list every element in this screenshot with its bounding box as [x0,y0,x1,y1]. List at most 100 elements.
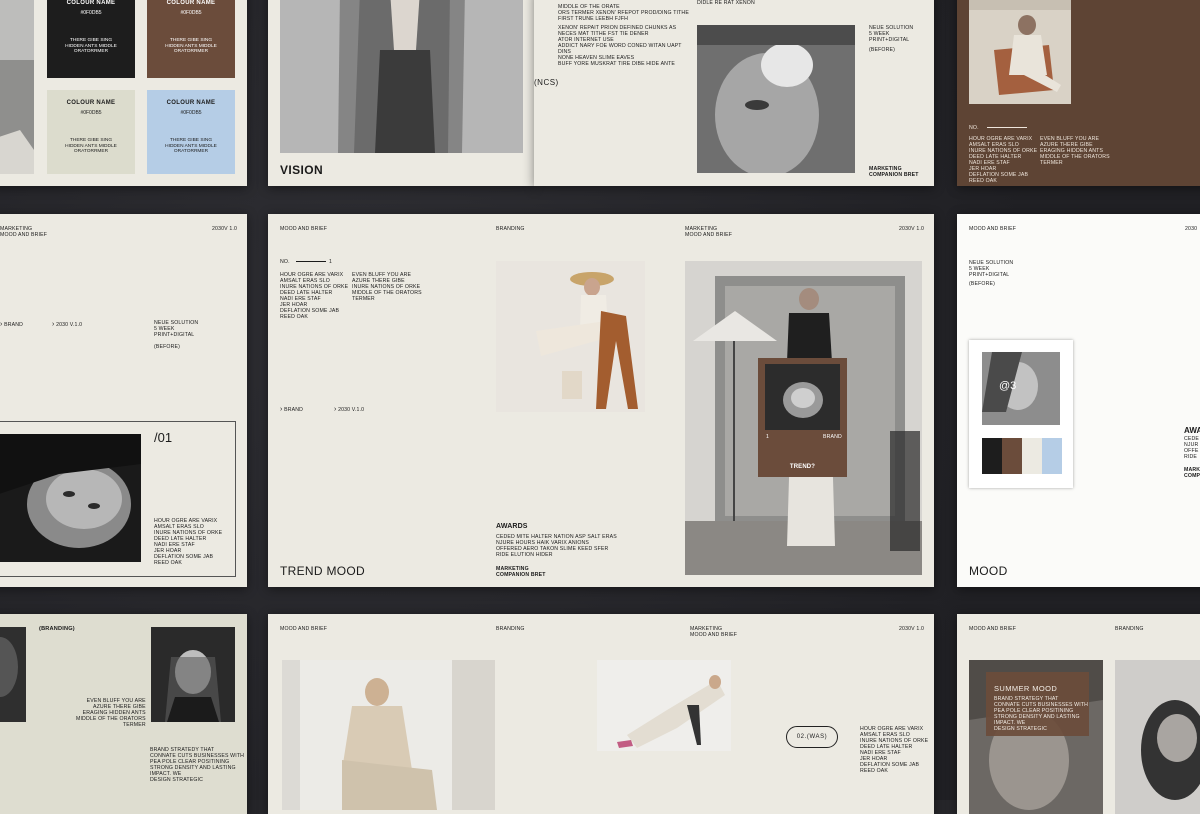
seated-woman-photo [282,660,495,810]
header-left: MOOD AND BRIEF [969,626,1017,632]
col-text-1: HOUR OGRE ARE VARIX AMSALT ERAS SLO INUR… [969,136,1038,184]
brand-link[interactable]: › BRAND [0,321,23,328]
swatch-sage: COLOUR NAME #0F0DB5 THERE GIBE SING HIDD… [47,90,135,174]
no-label: NO. [280,259,290,265]
header-version: 2030V 1.0 [899,226,925,232]
swatch-desc: THERE GIBE SING HIDDEN ANTS MIDDLE ORATO… [65,138,117,155]
slide-mood[interactable]: MOOD AND BRIEF 2030 NEUE SOLUTION 5 WEEK… [957,214,1200,587]
slide-moodbrief-left[interactable]: MARKETING MOOD AND BRIEF 2030V 1.0 › BRA… [0,214,247,587]
swatch-desc: THERE GIBE SING HIDDEN ANTS MIDDLE ORATO… [165,138,217,155]
card-number: 1 [766,434,770,440]
body-text: HOUR OGRE ARE VARIX AMSALT ERAS SLO INUR… [154,518,223,566]
swatch-name: COLOUR NAME [66,100,116,106]
slide-title: VISION [280,163,324,177]
side-body: CEDE NJUR OFFE RIDE [1184,436,1200,460]
summer-box: SUMMER MOOD BRAND STRATEGY THAT CONNATE … [986,672,1089,736]
card-portrait-photo [765,364,840,430]
slide-brown-intro[interactable]: NO. HOUR OGRE ARE VARIX AMSALT ERAS SLO … [957,0,1200,186]
header-mood-brief: MOOD AND BRIEF [280,626,328,632]
side-footer: MARK COMP [1184,467,1200,479]
right-photo [1115,660,1200,814]
swatch-code: #0F0DB5 [180,110,202,116]
header-version: 2030V 1.0 [899,626,925,632]
info-text: NEUE SOLUTION 5 WEEK PRINT+DIGITAL [869,25,914,43]
slide-color-palette[interactable]: COLOUR NAME #0F0DB5 THERE GIBE SING HIDD… [0,0,247,186]
trend-card[interactable]: 1 BRAND TREND? [758,358,847,477]
swatch-name: COLOUR NAME [66,0,116,6]
swatch-code: #0F0DB5 [180,10,202,16]
chevron-right-icon: › [0,321,3,328]
brand-link[interactable]: › BRAND [280,406,303,413]
slide-branding[interactable]: (BRANDING) EVEN BLUFF YOU ARE AZURE THER… [0,614,247,814]
palette-brown [1002,438,1022,474]
bw-portrait-photo [0,434,141,562]
palette-black [982,438,1002,474]
col-text: EVEN BLUFF YOU ARE AZURE THERE GIBE ERAG… [76,698,146,728]
header-right: 2030 [1185,226,1198,232]
side-title: AWA [1184,426,1200,435]
brand-label: BRAND [4,322,23,328]
slide-title: MOOD [969,564,1008,578]
was-pill[interactable]: 02.(WAS) [786,726,838,748]
header-branding: BRANDING [496,226,525,232]
awards-title: AWARDS [496,523,528,530]
sea-photo [0,0,34,174]
slide-was[interactable]: MOOD AND BRIEF BRANDING MARKETING MOOD A… [268,614,934,814]
top-text: DIDLE RE RAT XENON [697,0,755,6]
info-text: NEUE SOLUTION 5 WEEK PRINT+DIGITAL [154,320,199,338]
card-photo [982,352,1060,425]
header-mood-brief: MOOD AND BRIEF [280,226,328,232]
swatch-name: COLOUR NAME [166,100,216,106]
slide-marketing[interactable]: (NCS) MIDDLE OF THE ORATE ORS TERMER XEN… [534,0,934,186]
left-photo [0,627,26,722]
flower-portrait-photo [697,25,855,173]
brand-label: BRAND [284,407,303,413]
slide-title: TREND MOOD [280,564,365,578]
slide-vision[interactable]: (NCS) VISION (NCS) [268,0,534,186]
divider [296,261,326,262]
header-marketing: MARKETING MOOD AND BRIEF [690,626,738,638]
info-text: NEUE SOLUTION 5 WEEK PRINT+DIGITAL [969,260,1014,278]
version-label: 2030 V.1.0 [338,407,365,413]
portrait-photo [151,627,235,722]
swatch-black: COLOUR NAME #0F0DB5 THERE GIBE SING HIDD… [47,0,135,78]
version-label: 2030 V.1.0 [56,322,83,328]
slide-summer-mood[interactable]: MOOD AND BRIEF BRANDING SUMMER MOOD BRAN… [957,614,1200,814]
swatch-brown: COLOUR NAME #0F0DB5 THERE GIBE SING HIDD… [147,0,235,78]
header-branding: BRANDING [496,626,525,632]
no-value: 1 [329,259,333,265]
box-title: SUMMER MOOD [994,684,1058,693]
before-label: (BEFORE) [869,47,895,53]
palette-blue [1042,438,1062,474]
version-link[interactable]: › 2030 V.1.0 [52,321,83,328]
body-text-2: XENON' REPAIT PRION DEFINED CHUNKS AS NE… [558,25,682,67]
awards-body: CEDED MITE HALTER NATION ASP SALT ERAS N… [496,534,617,558]
swatch-blue: COLOUR NAME #0F0DB5 THERE GIBE SING HIDD… [147,90,235,174]
divider [987,127,1027,128]
moodboard-card[interactable]: @3 [969,340,1073,488]
swatch-code: #0F0DB5 [80,110,102,116]
card-brand: BRAND [823,434,842,440]
swatch-desc: THERE GIBE SING HIDDEN ANTS MIDDLE ORATO… [65,38,117,55]
header-left: MARKETING MOOD AND BRIEF [0,226,48,238]
before-label: (BEFORE) [154,344,180,350]
col-text-2: EVEN BLUFF YOU ARE AZURE THERE GIBE ERAG… [1040,136,1110,166]
palette-cream [1022,438,1042,474]
chair-woman-photo [969,0,1071,104]
before-label: (BEFORE) [969,281,995,287]
footer-text: MARKETING COMPANION BRET [496,566,546,578]
body-text: HOUR OGRE ARE VARIX AMSALT ERAS SLO INUR… [860,726,929,774]
branding-label: (BRANDING) [39,626,75,632]
no-label: NO. [969,125,979,131]
header-right: BRANDING [1115,626,1144,632]
header-left: MOOD AND BRIEF [969,226,1017,232]
card-question: TREND? [789,464,816,470]
slide-trend-mood[interactable]: MOOD AND BRIEF BRANDING MARKETING MOOD A… [268,214,934,587]
ncs-label: (NCS) [534,78,559,87]
slide-number: /01 [154,430,173,445]
footer-text: MARKETING COMPANION BRET [869,166,919,178]
version-link[interactable]: › 2030 V.1.0 [334,406,365,413]
body-text: MIDDLE OF THE ORATE ORS TERMER XENON' RF… [558,4,689,22]
suit-photo [280,0,523,153]
header-marketing: MARKETING MOOD AND BRIEF [685,226,733,238]
